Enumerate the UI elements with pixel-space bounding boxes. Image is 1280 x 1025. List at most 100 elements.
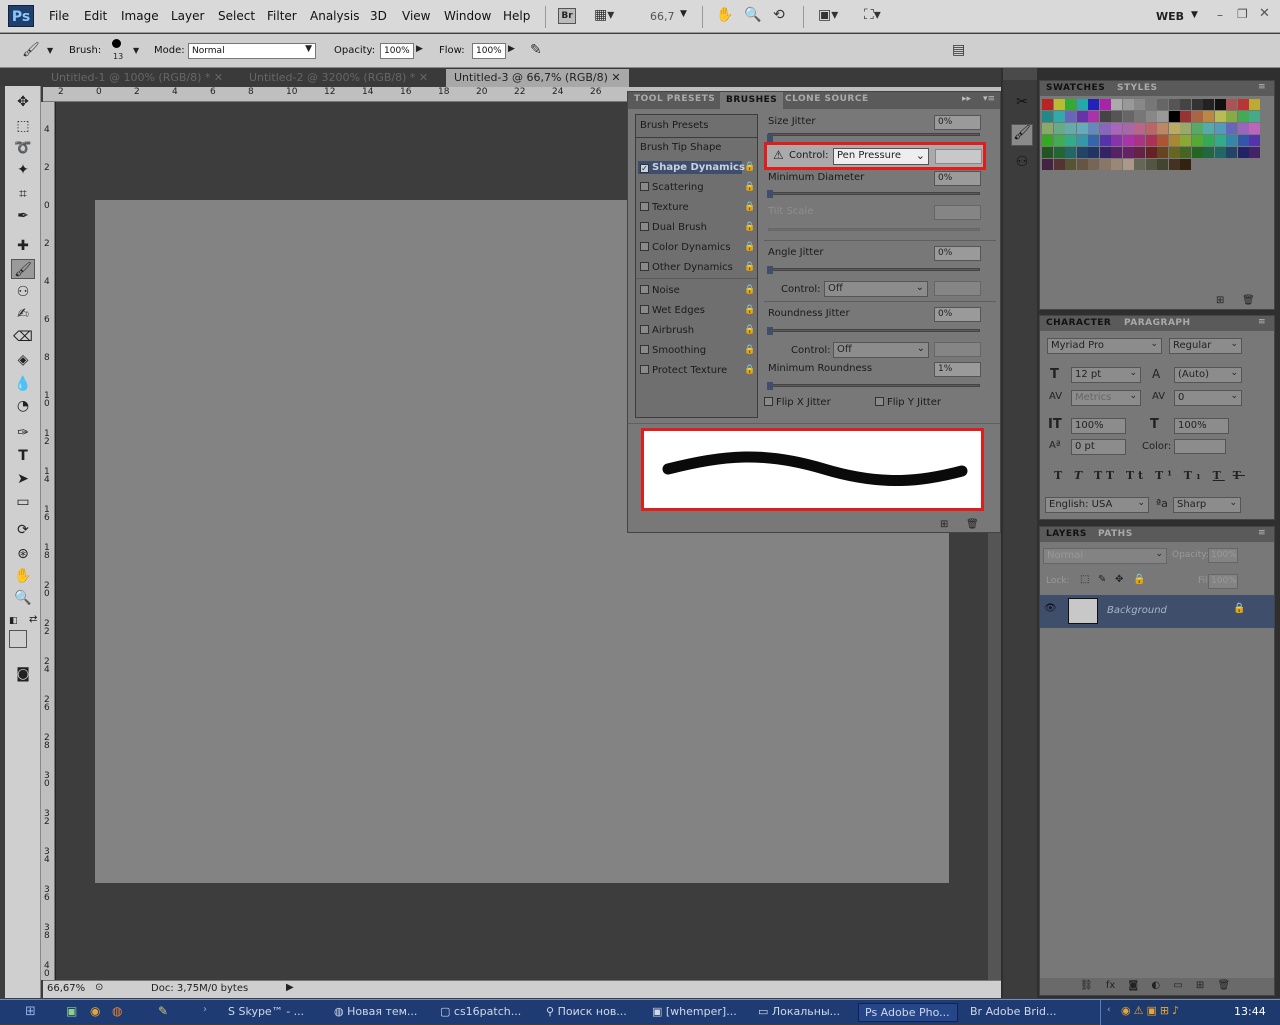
panel-menu-icon[interactable]: ≡ [1258,82,1266,92]
roundness-jitter-knob[interactable] [767,327,773,335]
tab-styles[interactable]: STYLES [1117,83,1158,93]
menu-help[interactable]: Help [503,9,530,23]
tab-layers[interactable]: LAYERS [1046,529,1087,539]
zoom-level[interactable]: 66,7 [650,10,675,23]
checkbox-checked-icon[interactable]: ✓ [640,164,649,173]
color-swatch[interactable] [1168,99,1180,110]
lasso-tool-icon[interactable]: ➰ [11,138,35,158]
airbrush-item[interactable]: Airbrush [640,325,694,336]
color-swatch[interactable] [1191,135,1203,146]
color-swatch[interactable] [1065,147,1076,158]
layer-row-background[interactable]: 👁 Background 🔒 [1040,595,1274,628]
lock-icon[interactable]: 🔒 [744,202,755,212]
minimum-diameter-slider[interactable] [768,192,980,195]
hand-tool-icon[interactable]: ✋ [716,7,733,23]
panel-menu-icon[interactable]: ▾≡ [983,94,995,104]
taskbar-item-photoshop[interactable]: Ps Adobe Pho... [858,1003,958,1022]
size-jitter-slider[interactable] [768,133,980,136]
chevron-right-icon[interactable]: › [203,1004,207,1015]
color-swatch[interactable] [1180,123,1191,134]
lock-icon[interactable]: 🔒 [744,262,755,272]
brush-panel-toggle-icon[interactable]: ▤ [952,42,965,58]
roundness-jitter-slider[interactable] [768,329,980,332]
tab-paths[interactable]: PATHS [1098,529,1133,539]
angle-jitter-slider[interactable] [768,268,980,271]
font-family-select[interactable]: Myriad Pro ⌄ [1047,338,1162,354]
angle-control-select[interactable]: Off ⌄ [824,281,928,297]
tab-brushes[interactable]: BRUSHES [720,92,784,109]
3d-rotate-tool-icon[interactable]: ⟳ [11,520,35,540]
color-swatch[interactable] [1088,123,1099,134]
color-swatch[interactable] [1191,99,1203,110]
close-icon[interactable]: ✕ [1259,6,1270,21]
checkbox-icon[interactable] [640,222,649,231]
quick-launch-icon[interactable]: ▣ [66,1004,77,1018]
brush-tool-preset-icon[interactable]: 🖌 [22,42,40,58]
checkbox-icon[interactable] [875,397,884,406]
color-swatch[interactable] [1111,159,1122,170]
collapse-icon[interactable]: ▸▸ [962,94,971,104]
shape-dynamics-item[interactable]: ✓ Shape Dynamics [638,161,745,174]
color-swatch[interactable] [1076,111,1088,122]
color-swatch[interactable] [1237,111,1249,122]
taskbar-item-search[interactable]: ⚲ Поиск нов... [540,1003,640,1022]
brushes-icon[interactable]: 🖌 [1011,124,1033,146]
color-swatch[interactable] [1122,99,1134,110]
checkbox-icon[interactable] [640,325,649,334]
color-swatch[interactable] [1065,99,1076,110]
panel-menu-icon[interactable]: ≡ [1258,317,1266,327]
color-swatch[interactable] [1099,135,1111,146]
chevron-down-icon[interactable]: ▼ [1191,10,1198,20]
angle-jitter-value[interactable]: 0% [934,246,981,261]
color-swatch[interactable] [1042,123,1053,134]
close-tab-icon[interactable]: ✕ [611,71,620,84]
color-swatch[interactable] [1157,159,1168,170]
color-swatch[interactable] [1042,111,1053,122]
restore-icon[interactable]: ❐ [1237,7,1248,21]
close-tab-icon[interactable]: ✕ [419,71,428,84]
tab-swatches[interactable]: SWATCHES [1046,83,1105,93]
color-swatch[interactable] [1180,147,1191,158]
chevron-down-icon[interactable]: ▼ [47,46,53,55]
checkbox-icon[interactable] [640,345,649,354]
color-swatch[interactable] [1191,111,1203,122]
lock-position-icon[interactable]: ✥ [1115,574,1123,585]
color-swatch[interactable] [1053,135,1065,146]
clone-source-icon[interactable]: ⚇ [1011,154,1033,176]
color-swatch[interactable] [1065,111,1076,122]
baseline-shift-field[interactable]: 0 pt [1071,439,1126,455]
size-jitter-value[interactable]: 0% [934,115,981,130]
color-swatch[interactable] [1214,135,1226,146]
color-swatch[interactable] [1145,147,1157,158]
brush-tool-icon[interactable]: 🖌 [11,259,35,279]
opacity-arrow-icon[interactable]: ▶ [416,44,423,54]
menu-layer[interactable]: Layer [171,9,204,23]
noise-item[interactable]: Noise [640,285,680,296]
color-swatch[interactable] [1099,147,1111,158]
status-arrow-icon[interactable]: ▶ [286,982,294,993]
color-swatch[interactable] [1249,135,1260,146]
move-tool-icon[interactable]: ✥ [11,92,35,112]
color-swatch[interactable] [1249,111,1260,122]
color-swatch[interactable] [1237,135,1249,146]
eraser-tool-icon[interactable]: ⌫ [11,327,35,347]
checkbox-icon[interactable] [640,365,649,374]
color-swatch[interactable] [1203,147,1214,158]
zoom-tool-icon[interactable]: 🔍 [11,588,35,608]
checkbox-icon[interactable] [640,262,649,271]
color-swatch[interactable] [1214,147,1226,158]
color-swatch[interactable] [1042,159,1053,170]
smoothing-item[interactable]: Smoothing [640,345,706,356]
color-swatch[interactable] [1099,159,1111,170]
color-swatch[interactable] [1191,123,1203,134]
menu-image[interactable]: Image [121,9,159,23]
chevron-left-icon[interactable]: ‹ [1107,1005,1111,1015]
color-swatch[interactable] [1237,147,1249,158]
clone-stamp-tool-icon[interactable]: ⚇ [11,282,35,302]
menu-window[interactable]: Window [444,9,491,23]
quick-mask-icon[interactable]: ◙ [11,664,35,684]
font-size-select[interactable]: 12 pt ⌄ [1071,367,1141,383]
color-swatch[interactable] [1249,123,1260,134]
lock-pixels-icon[interactable]: ✎ [1098,574,1106,585]
airbrush-icon[interactable]: ✎ [530,42,542,58]
